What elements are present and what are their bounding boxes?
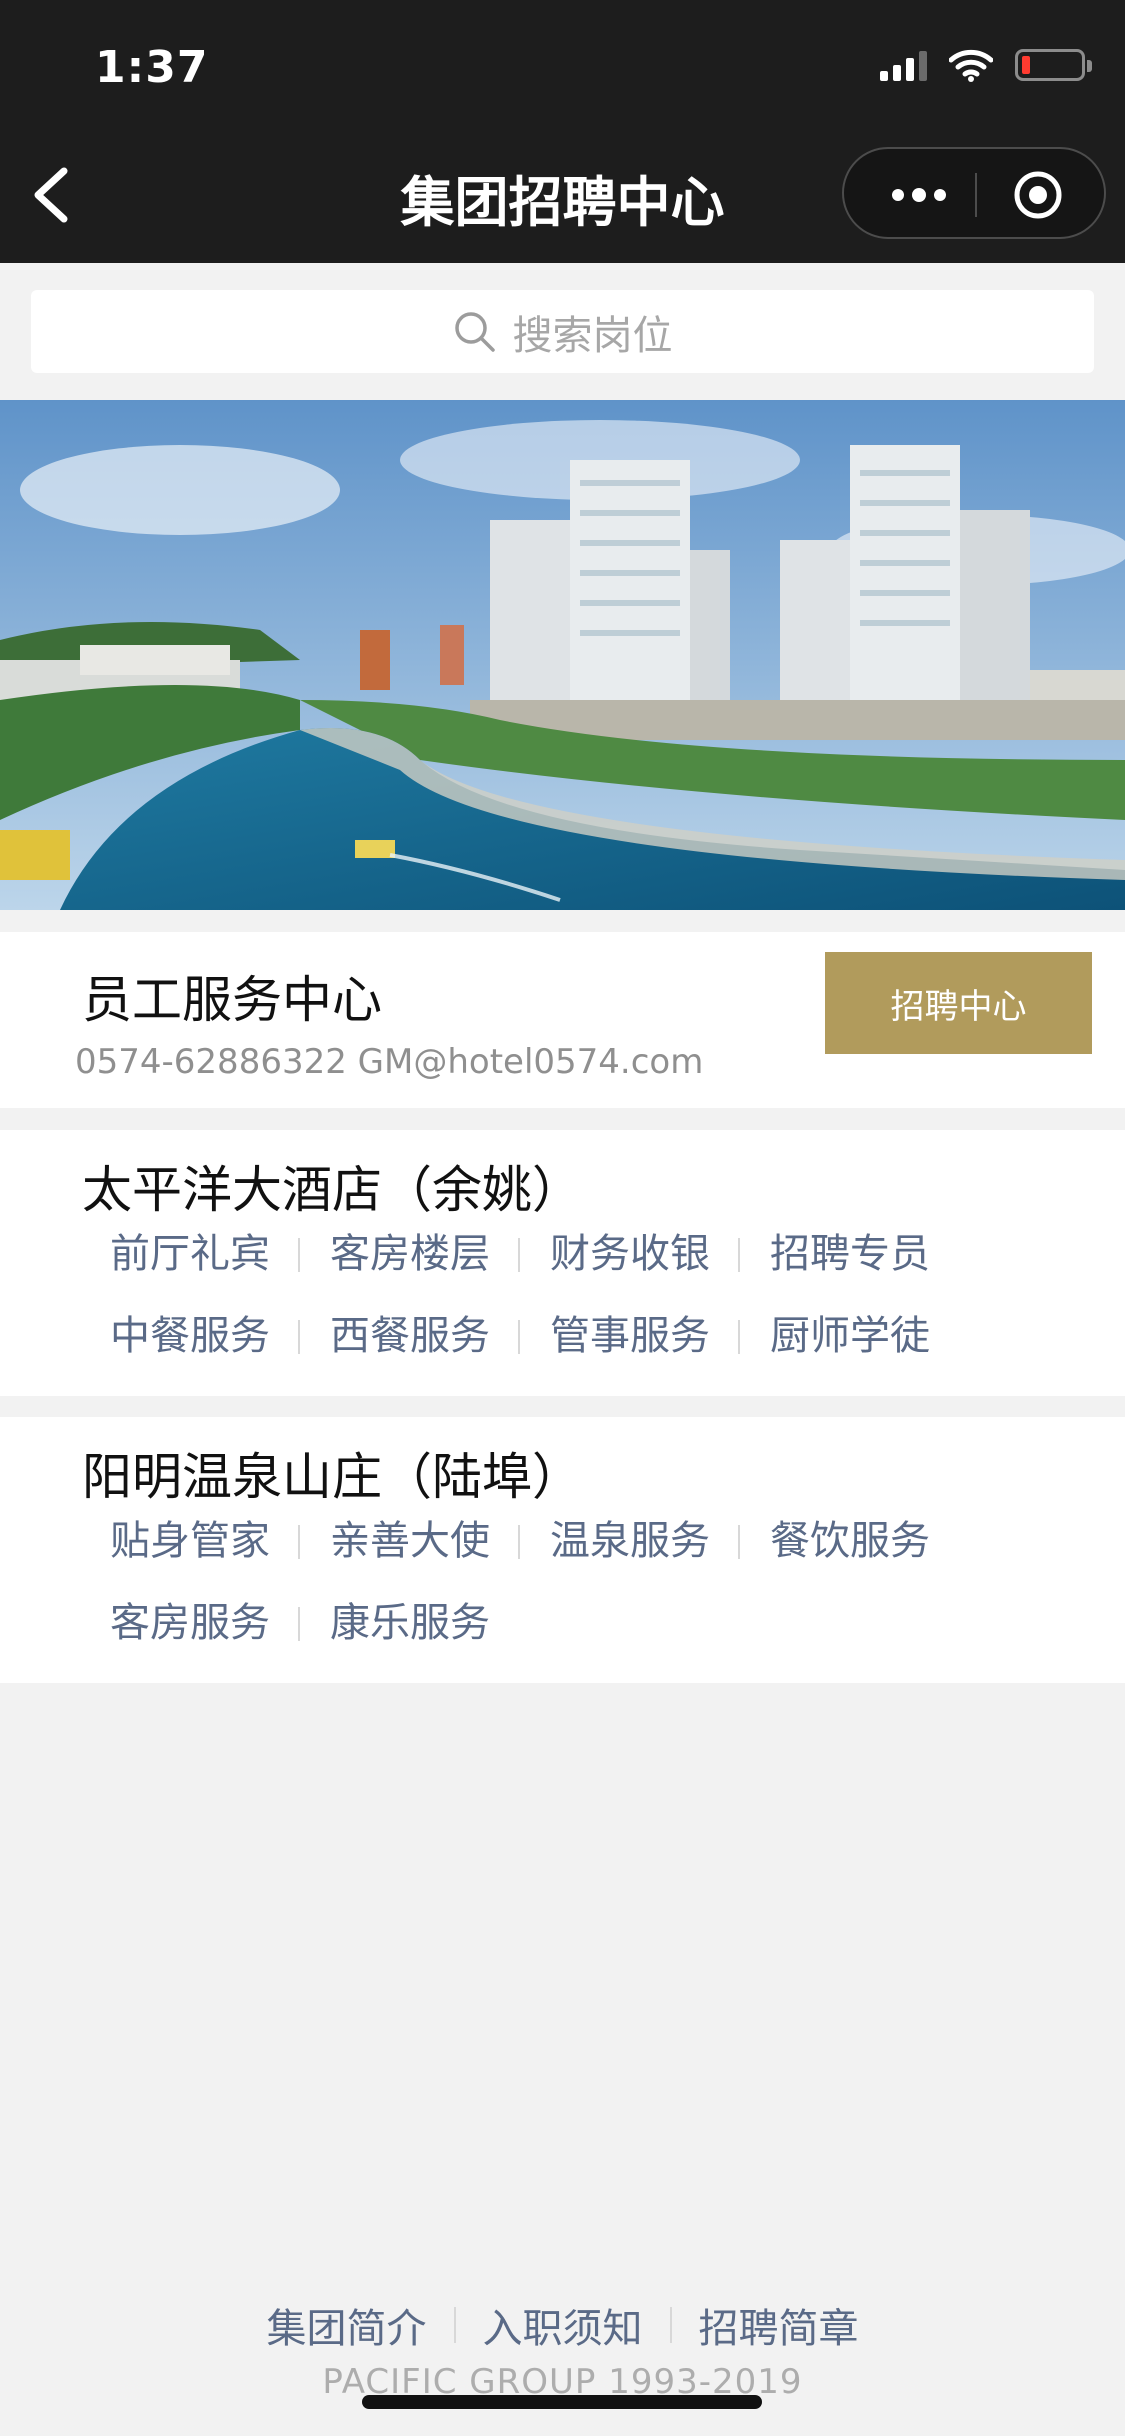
- job-link[interactable]: 客房楼层: [300, 1230, 520, 1278]
- close-miniprogram-icon[interactable]: [1012, 169, 1064, 221]
- search-input[interactable]: 搜索岗位: [31, 290, 1094, 373]
- job-link[interactable]: 亲善大使: [300, 1517, 520, 1565]
- job-link[interactable]: 管事服务: [520, 1312, 740, 1360]
- top-bar: 1:37 集团招聘中心: [0, 0, 1125, 263]
- job-link[interactable]: 招聘专员: [740, 1230, 960, 1278]
- banner-image: [0, 400, 1125, 910]
- page: 1:37 集团招聘中心 搜索岗位 员工服务中心 0574-62886322 GM…: [0, 0, 1125, 2436]
- search-placeholder: 搜索岗位: [512, 312, 673, 359]
- job-link[interactable]: 西餐服务: [300, 1312, 520, 1360]
- job-link[interactable]: 厨师学徒: [740, 1312, 960, 1360]
- cellular-signal-icon: [880, 49, 927, 81]
- search-icon: [454, 311, 495, 352]
- status-time: 1:37: [95, 42, 209, 93]
- job-link[interactable]: 客房服务: [80, 1599, 300, 1647]
- footer-link-brochure[interactable]: 招聘简章: [672, 2296, 886, 2354]
- mini-program-capsule: [842, 147, 1106, 239]
- service-center-contact: 0574-62886322 GM@hotel0574.com: [75, 1042, 704, 1082]
- hotel-section: 太平洋大酒店（余姚） 前厅礼宾 客房楼层 财务收银 招聘专员 中餐服务 西餐服务…: [0, 1130, 1125, 1396]
- banner-carousel[interactable]: [0, 400, 1125, 910]
- job-list: 前厅礼宾 客房楼层 财务收银 招聘专员 中餐服务 西餐服务 管事服务 厨师学徒: [80, 1230, 1080, 1360]
- battery-icon: [1015, 49, 1092, 81]
- job-link[interactable]: 财务收银: [520, 1230, 740, 1278]
- home-indicator[interactable]: [362, 2395, 762, 2409]
- hotel-name: 阳明温泉山庄（陆埠）: [82, 1448, 582, 1506]
- wifi-icon: [949, 49, 993, 82]
- recruit-center-button[interactable]: 招聘中心: [825, 952, 1092, 1054]
- service-center-title: 员工服务中心: [82, 971, 382, 1029]
- footer-link-onboarding[interactable]: 入职须知: [456, 2296, 670, 2354]
- capsule-divider: [975, 173, 977, 217]
- job-link[interactable]: 中餐服务: [80, 1312, 300, 1360]
- job-link[interactable]: 温泉服务: [520, 1517, 740, 1565]
- job-link[interactable]: 餐饮服务: [740, 1517, 960, 1565]
- hotel-section: 阳明温泉山庄（陆埠） 贴身管家 亲善大使 温泉服务 餐饮服务 客房服务 康乐服务: [0, 1417, 1125, 1683]
- footer-links: 集团简介 入职须知 招聘简章: [0, 2296, 1125, 2354]
- job-link[interactable]: 康乐服务: [300, 1599, 520, 1647]
- job-list: 贴身管家 亲善大使 温泉服务 餐饮服务 客房服务 康乐服务: [80, 1517, 1080, 1647]
- job-link[interactable]: 前厅礼宾: [80, 1230, 300, 1278]
- footer-link-about[interactable]: 集团简介: [240, 2296, 454, 2354]
- service-center-card: 员工服务中心 0574-62886322 GM@hotel0574.com 招聘…: [0, 932, 1125, 1108]
- hotel-name: 太平洋大酒店（余姚）: [82, 1161, 582, 1219]
- status-icons: [880, 48, 1092, 82]
- job-link[interactable]: 贴身管家: [80, 1517, 300, 1565]
- more-options-icon[interactable]: [884, 171, 954, 219]
